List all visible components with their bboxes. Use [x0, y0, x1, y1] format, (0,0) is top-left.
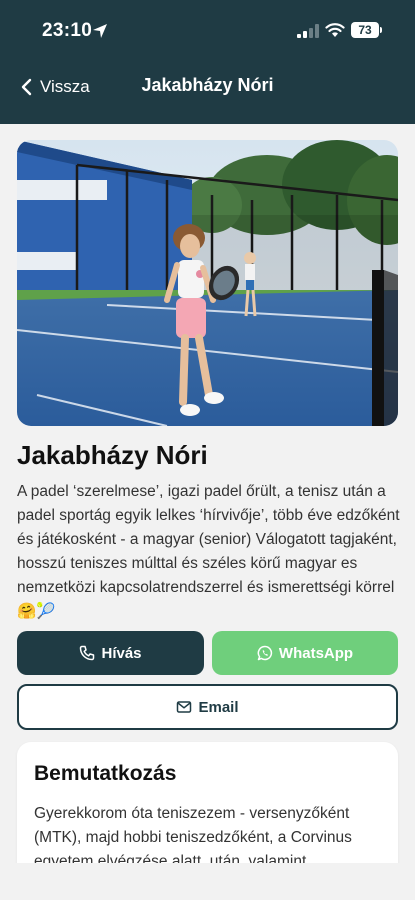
chevron-left-icon — [21, 78, 32, 96]
status-bar: 23:10 73 — [0, 18, 415, 46]
battery-indicator: 73 — [351, 22, 379, 38]
email-label: Email — [198, 698, 239, 716]
profile-bio: A padel ‘szerelmese’, igazi padel őrült,… — [17, 483, 400, 620]
whatsapp-button[interactable]: WhatsApp — [212, 631, 398, 675]
nav-bar: Jakabházy Nóri Vissza — [0, 72, 415, 102]
call-button[interactable]: Hívás — [17, 631, 204, 675]
phone-icon — [80, 645, 95, 661]
wifi-icon — [325, 23, 345, 37]
location-arrow-icon — [93, 24, 107, 38]
mail-icon — [177, 701, 192, 713]
call-label: Hívás — [101, 644, 142, 662]
bottom-fade — [0, 863, 415, 900]
header: 23:10 73 Jakabházy Nóri Vissza — [0, 0, 415, 124]
whatsapp-icon — [257, 645, 273, 661]
signal-icon — [297, 24, 319, 38]
profile-name: Jakabházy Nóri — [17, 440, 208, 470]
battery-tip — [380, 27, 382, 33]
status-time: 23:10 — [42, 20, 93, 41]
back-button[interactable]: Vissza — [20, 74, 90, 100]
profile-photo — [17, 140, 398, 426]
intro-title: Bemutatkozás — [34, 762, 177, 785]
back-label: Vissza — [40, 77, 90, 96]
email-button[interactable]: Email — [17, 684, 398, 730]
whatsapp-label: WhatsApp — [278, 644, 354, 662]
